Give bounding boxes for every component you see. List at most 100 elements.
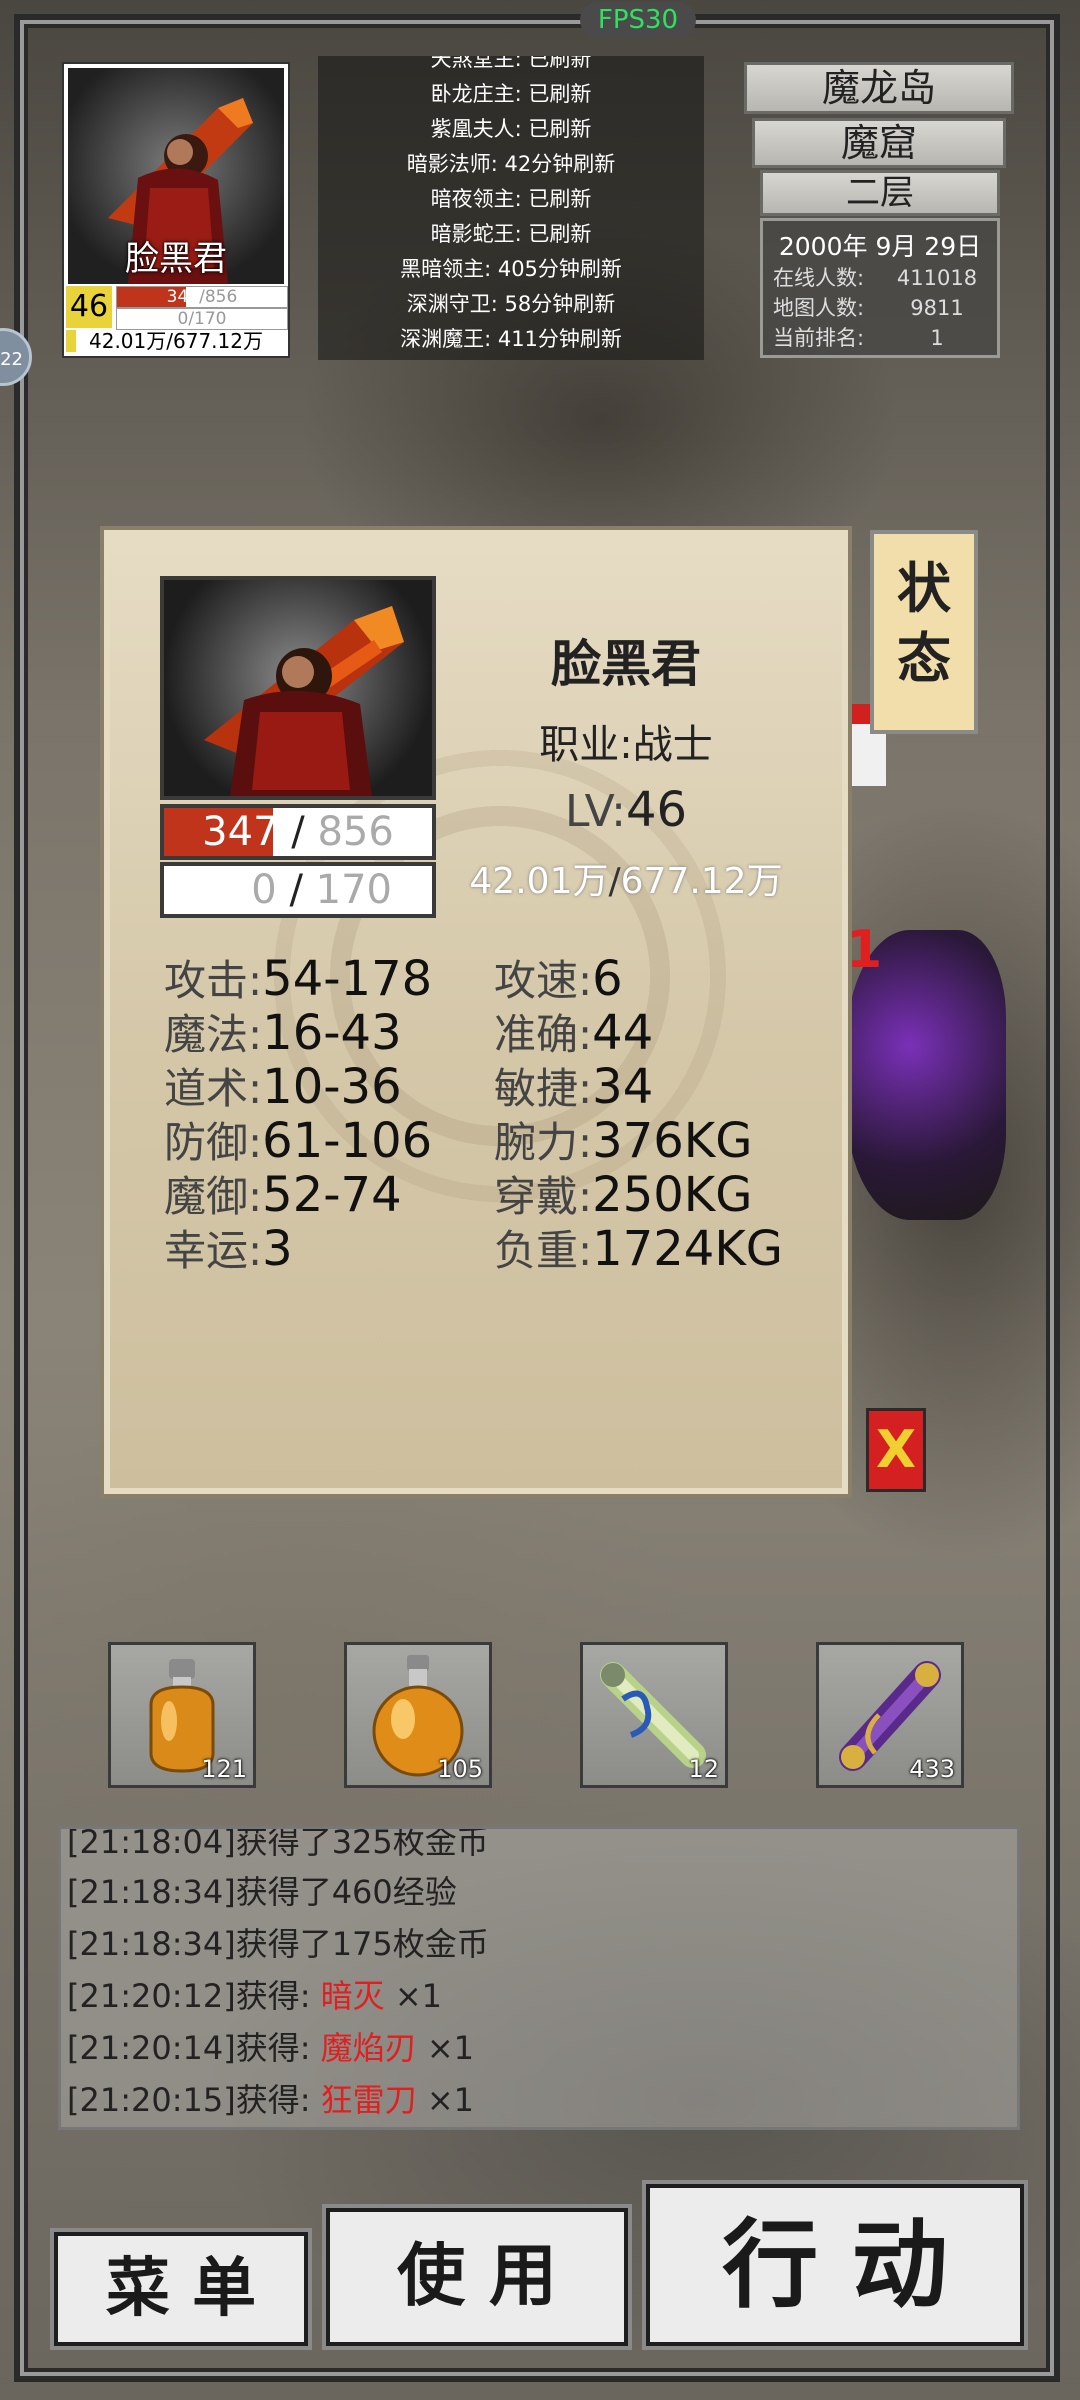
fps-counter: FPS30 [580, 2, 696, 38]
character-level: LV:46 [564, 782, 688, 838]
online-count-row: 在线人数: 411018 [773, 266, 978, 290]
character-mp-bar: 0 / 170 [160, 862, 436, 918]
log-text: [21:20:15]获得: [67, 2081, 321, 2119]
item-slot-purple-scroll[interactable]: 433 [816, 1642, 964, 1788]
character-mp-current: 0 [251, 867, 277, 913]
message-log[interactable]: [21:18:04]获得了325枚金币 [21:18:34]获得了460经验 [21… [58, 1826, 1020, 2130]
player-mp-max: 170 [194, 309, 227, 329]
menu-button[interactable]: 菜 单 [54, 2232, 308, 2346]
stat-left-2: 道术:10-36 [164, 1060, 402, 1114]
boss-refresh-list: 天煞堂主: 已刷新 卧龙庄主: 已刷新 紫凰夫人: 已刷新 暗影法师: 42分钟刷新暗… [318, 56, 704, 360]
character-portrait [160, 576, 436, 800]
stat-value: 376KG [592, 1113, 753, 1169]
stat-left-1: 魔法:16-43 [164, 1006, 402, 1060]
boss-refresh-entry: 暗影蛇王: 已刷新 [430, 222, 592, 246]
stat-label: 道术: [164, 1064, 263, 1113]
boss-refresh-entry: 卧龙庄主: 已刷新 [430, 82, 592, 106]
stat-label: 幸运: [164, 1226, 263, 1275]
stat-label: 攻速: [494, 956, 593, 1005]
player-exp-text: 42.01万/677.12万 [66, 330, 286, 352]
warrior-full-portrait-icon [204, 606, 404, 796]
log-entry: [21:18:34]获得了175枚金币 [67, 1919, 489, 1969]
region-name: 魔龙岛 [744, 62, 1014, 114]
log-item-name: 暗灭 [320, 1977, 385, 2015]
map-name: 魔窟 [752, 118, 1006, 168]
character-exp: 42.01万/677.12万 [469, 861, 783, 902]
stat-label: 防御: [164, 1118, 263, 1167]
stat-label: 准确: [494, 1010, 593, 1059]
character-class: 职业:战士 [539, 722, 713, 768]
action-button[interactable]: 行 动 [646, 2184, 1024, 2346]
item-slot-large-potion[interactable]: 105 [344, 1642, 492, 1788]
stat-right-0: 攻速:6 [494, 952, 623, 1006]
log-entry: [21:20:15]获得: 狂雷刀 ×1 [67, 2075, 474, 2125]
server-info-panel: 2000年 9月 29日 在线人数: 411018 地图人数: 9811 当前排名:… [760, 218, 1000, 358]
character-name: 脸黑君 [551, 635, 701, 693]
stat-value: 61-106 [262, 1113, 433, 1169]
log-item-name: 魔焰刃 [320, 2029, 417, 2067]
stat-right-2: 敏捷:34 [494, 1060, 653, 1114]
log-text: [21:20:12]获得: [67, 1977, 321, 2015]
log-text: [21:18:04]获得了325枚金币 [67, 1826, 489, 1861]
stat-value: 3 [262, 1221, 293, 1277]
log-text: [21:20:14]获得: [67, 2029, 321, 2067]
player-avatar: 脸黑君 [68, 68, 284, 284]
log-quantity: ×1 [416, 2081, 475, 2119]
log-entry: [21:20:14]获得: 魔焰刃 ×1 [67, 2023, 474, 2073]
player-mp-bar: 0/170 [116, 308, 288, 330]
stat-label: 腕力: [494, 1118, 593, 1167]
stat-value: 54-178 [262, 951, 433, 1007]
player-mini-name: 脸黑君 [125, 239, 227, 279]
stat-left-3: 防御:61-106 [164, 1114, 432, 1168]
stat-value: 52-74 [262, 1167, 402, 1223]
stat-right-5: 负重:1724KG [494, 1222, 783, 1276]
player-exp-fill [66, 330, 76, 352]
item-count: 433 [909, 1755, 955, 1783]
item-slot-small-potion[interactable]: 121 [108, 1642, 256, 1788]
boss-refresh-entry: 深渊魔王: 411分钟刷新 [400, 327, 622, 351]
character-hp-max: 856 [317, 809, 394, 855]
close-panel-button[interactable]: X [866, 1408, 926, 1492]
stat-left-4: 魔御:52-74 [164, 1168, 402, 1222]
player-mini-panel[interactable]: 脸黑君 46 347/856 0/170 42.01万/677.12万 [62, 62, 290, 358]
stat-label: 敏捷: [494, 1064, 593, 1113]
log-item-name: 狂雷刀 [320, 2081, 417, 2119]
log-entry: [21:20:12]获得: 暗灭 ×1 [67, 1971, 442, 2021]
stat-right-4: 穿戴:250KG [494, 1168, 752, 1222]
character-hp-current: 347 [202, 809, 279, 855]
floor-name: 二层 [760, 170, 1000, 216]
log-quantity: ×1 [416, 2029, 475, 2067]
character-mp-max: 170 [315, 867, 392, 913]
stat-left-0: 攻击:54-178 [164, 952, 432, 1006]
stat-label: 攻击: [164, 956, 263, 1005]
boss-refresh-entry: 暗影法师: 42分钟刷新 [406, 152, 616, 176]
game-date: 2000年 9月 29日 [778, 232, 982, 261]
log-quantity: ×1 [384, 1977, 443, 2015]
stat-value: 34 [592, 1059, 654, 1115]
player-hp-current: 347 [166, 287, 200, 307]
rank-row: 当前排名: 1 [773, 326, 944, 350]
item-count: 12 [688, 1755, 719, 1783]
boss-refresh-entry: 深渊守卫: 58分钟刷新 [406, 292, 616, 316]
use-button[interactable]: 使 用 [326, 2208, 628, 2346]
stat-label: 魔御: [164, 1172, 263, 1221]
tab-status[interactable]: 状态 [870, 530, 978, 734]
stat-value: 1724KG [592, 1221, 783, 1277]
stat-label: 魔法: [164, 1010, 263, 1059]
character-hp-bar: 347 / 856 [160, 804, 436, 860]
enemy-damage-number: 1 [846, 920, 883, 980]
character-status-panel: 347 / 856 0 / 170 脸黑君 职业:战士 LV:46 42.01万… [104, 530, 848, 1494]
boss-refresh-entry: 黑暗领主: 405分钟刷新 [400, 257, 622, 281]
stat-right-3: 腕力:376KG [494, 1114, 752, 1168]
boss-refresh-entry: 暗夜领主: 已刷新 [430, 187, 592, 211]
stat-value: 6 [592, 951, 623, 1007]
stat-value: 250KG [592, 1167, 753, 1223]
log-entry: [21:18:34]获得了460经验 [67, 1867, 457, 1917]
stat-value: 16-43 [262, 1005, 402, 1061]
stat-label: 负重: [494, 1226, 593, 1275]
item-slot-green-scroll[interactable]: 12 [580, 1642, 728, 1788]
log-text: [21:18:34]获得了460经验 [67, 1873, 457, 1911]
stat-left-5: 幸运:3 [164, 1222, 293, 1276]
boss-refresh-entry: 天煞堂主: 已刷新 [430, 56, 592, 71]
item-count: 121 [201, 1755, 247, 1783]
